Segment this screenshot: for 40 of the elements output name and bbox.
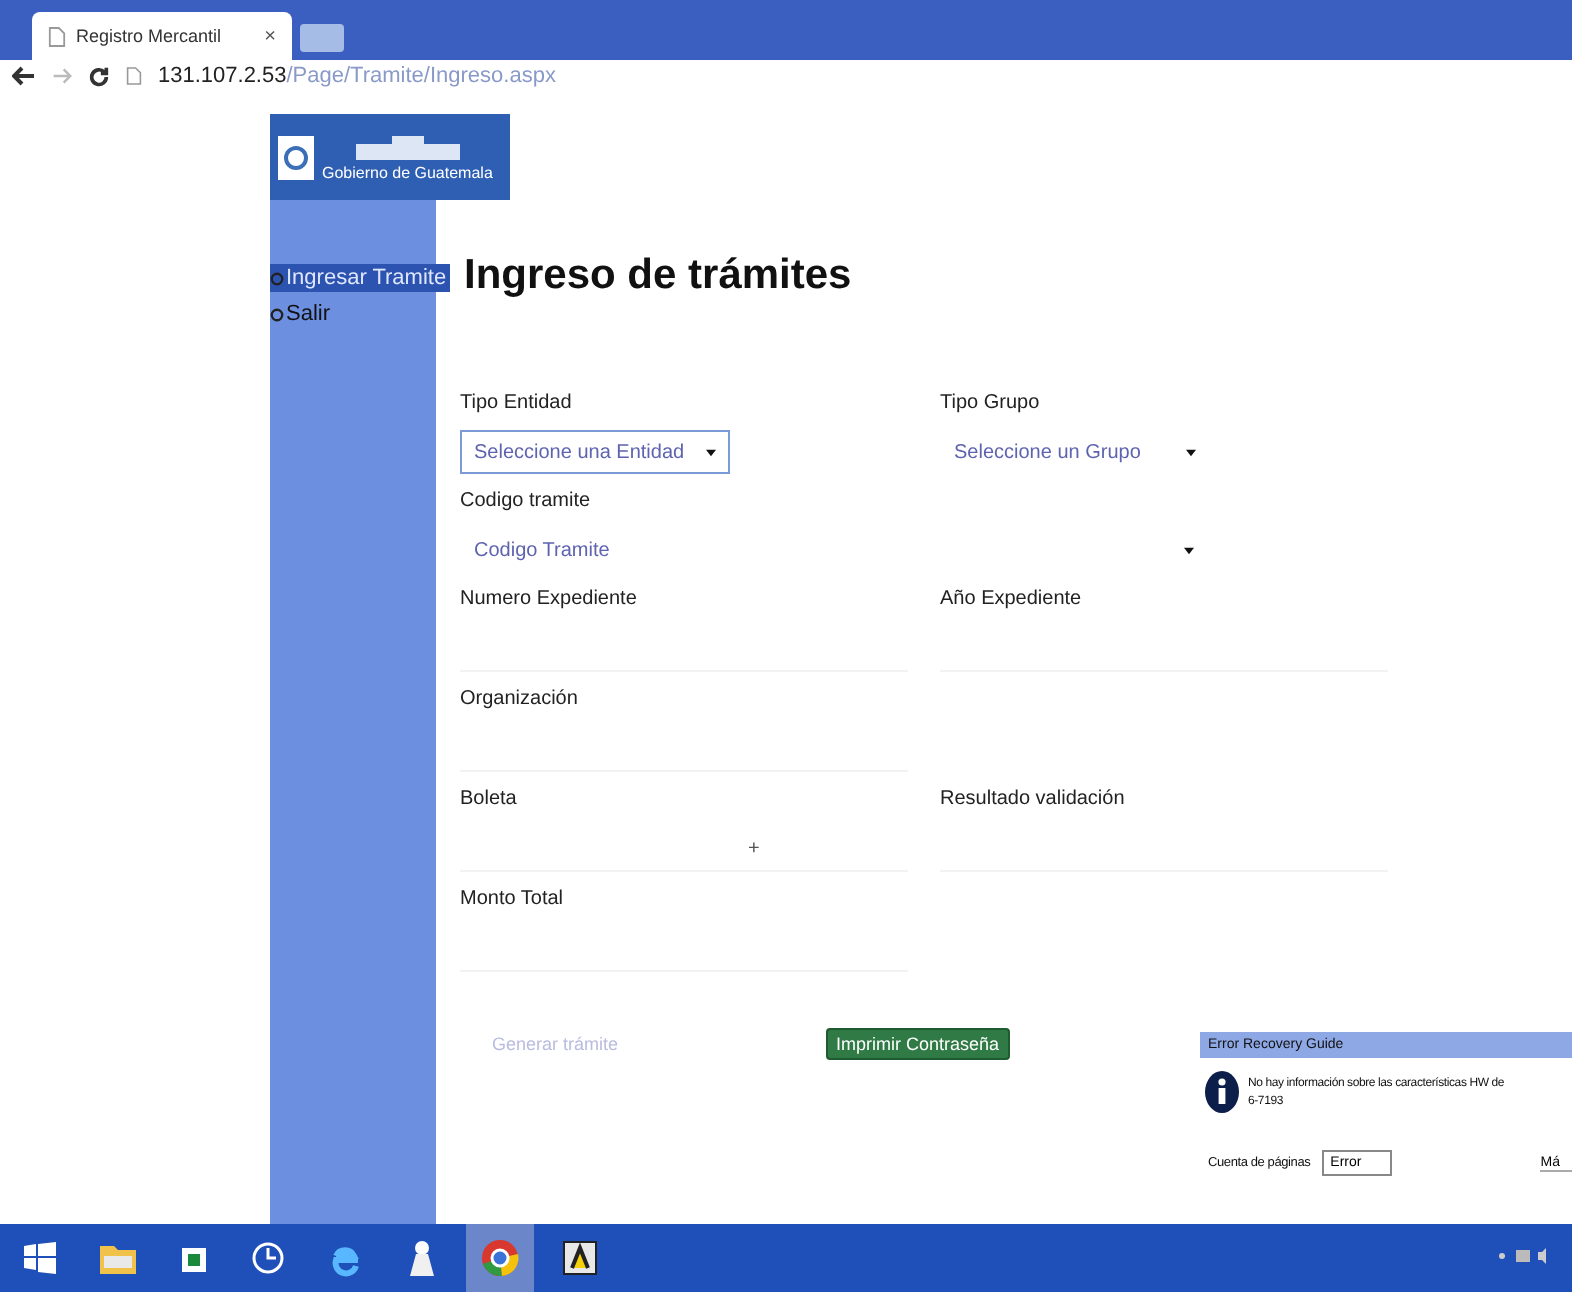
reload-icon[interactable]: [88, 65, 110, 87]
field-label: Numero Expediente: [460, 588, 639, 610]
add-button[interactable]: +: [748, 838, 760, 860]
sidebar-item[interactable]: Salir: [270, 300, 335, 328]
dropdown[interactable]: Seleccione un Grupo: [940, 430, 1210, 474]
building-icon: [351, 132, 464, 160]
field-label: Organización: [460, 688, 580, 710]
caret-icon: [706, 447, 716, 457]
radio-icon: [270, 271, 284, 285]
field-label: Codigo tramite: [460, 490, 593, 512]
start-icon[interactable]: [24, 1242, 56, 1274]
field-label: Resultado validación: [940, 788, 1127, 810]
dropdown[interactable]: Codigo Tramite: [460, 528, 1208, 572]
field-label: Boleta: [460, 788, 519, 810]
field-label: Tipo Entidad: [460, 392, 574, 414]
emblem-icon: [278, 135, 314, 179]
user-icon[interactable]: [406, 1238, 438, 1278]
browser-tab[interactable]: Registro Mercantil ×: [32, 12, 292, 60]
dropdown[interactable]: Seleccione una Entidad: [460, 430, 730, 474]
field-label: Año Expediente: [940, 588, 1084, 610]
form-button[interactable]: Imprimir Contraseña: [826, 1028, 1010, 1060]
tab-title: Registro Mercantil: [76, 26, 224, 46]
clock-icon[interactable]: [250, 1240, 286, 1276]
caret-icon: [1184, 545, 1194, 555]
field-label: Monto Total: [460, 888, 566, 910]
back-icon[interactable]: [12, 66, 36, 86]
sidebar-item[interactable]: Ingresar Tramite: [270, 264, 451, 292]
field-label: Tipo Grupo: [940, 392, 1042, 414]
radio-icon: [270, 307, 284, 321]
chrome-icon[interactable]: [480, 1238, 520, 1278]
url-field[interactable]: 131.107.2.53/Page/Tramite/Ingreso.aspx: [158, 64, 556, 88]
page-icon: [48, 25, 66, 47]
tab-close-button[interactable]: ×: [264, 25, 276, 47]
app-icon[interactable]: [562, 1240, 598, 1276]
logo-text: Gobierno de Guatemala: [322, 164, 493, 182]
store-icon[interactable]: [180, 1242, 208, 1274]
caret-icon: [1186, 447, 1196, 457]
page-title: Ingreso de trámites: [464, 252, 854, 300]
page-icon: [126, 66, 142, 86]
folder-icon[interactable]: [98, 1240, 138, 1276]
